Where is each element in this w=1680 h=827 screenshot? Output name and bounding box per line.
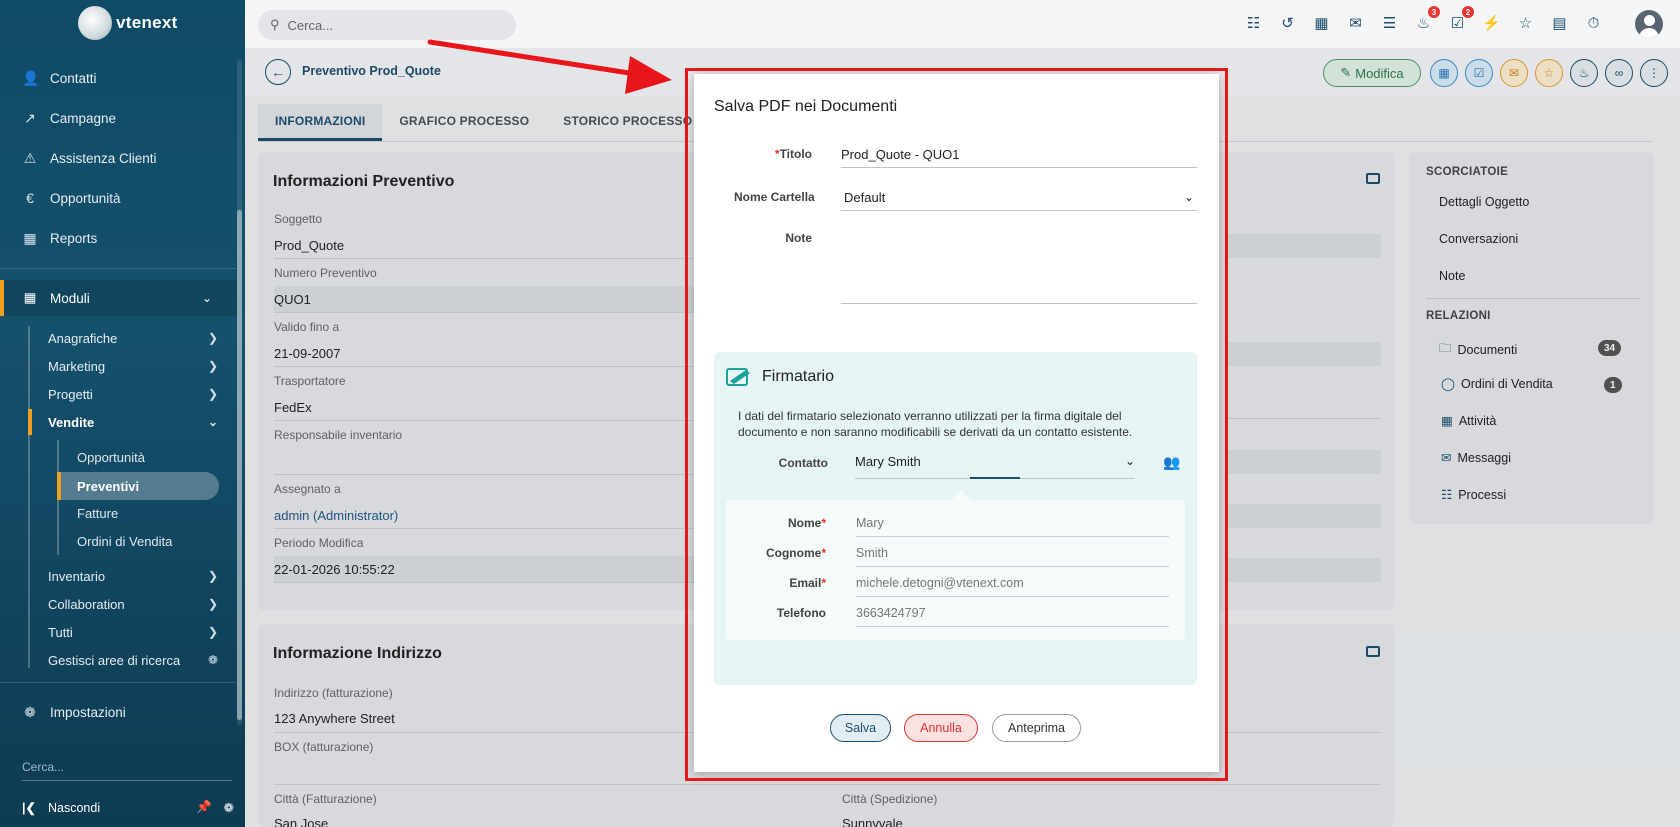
checklist-icon[interactable]: ☑ 2: [1447, 6, 1474, 34]
chevron-down-icon: ⌄: [207, 415, 218, 429]
sidebar-item-marketing[interactable]: Marketing ❯: [48, 353, 218, 379]
grid-icon: ▦: [23, 290, 37, 305]
gear-icon: ❁: [207, 653, 218, 667]
sidebar-item-moduli[interactable]: ▦ Moduli ⌄: [0, 280, 238, 316]
calendar-icon[interactable]: ▦: [1311, 12, 1332, 34]
star-icon[interactable]: ☆: [1515, 12, 1536, 34]
search-icon: ⚲: [270, 17, 280, 32]
chevron-right-icon: ❯: [207, 331, 218, 345]
app-name: vtenext: [116, 13, 178, 32]
sidebar-item-contatti[interactable]: 👤 Contatti: [0, 60, 238, 96]
sidebar-scrollbar-thumb[interactable]: [237, 210, 242, 720]
sidebar-item-campagne[interactable]: ↗ Campagne: [0, 100, 238, 136]
sidebar-item-opportunita-vendite[interactable]: Opportunità: [77, 444, 145, 470]
sidebar-item-fatture[interactable]: Fatture: [77, 500, 118, 526]
pin-icon[interactable]: 📌: [196, 800, 212, 815]
sidebar-divider: [0, 682, 236, 683]
annotation-highlight-frame: [685, 68, 1228, 781]
sidebar-item-collaboration[interactable]: Collaboration ❯: [48, 591, 218, 617]
bolt-icon[interactable]: ⚡: [1481, 12, 1502, 34]
sidebar-divider: [0, 268, 236, 269]
annotation-arrow: [427, 39, 672, 94]
gear-icon: ❁: [24, 703, 36, 720]
sidebar-item-vendite[interactable]: Vendite ⌄: [48, 409, 218, 435]
sidebar-item-inventario[interactable]: Inventario ❯: [48, 563, 218, 589]
user-avatar[interactable]: [1635, 10, 1663, 38]
euro-icon: €: [26, 190, 34, 206]
history-icon[interactable]: ↺: [1277, 12, 1298, 34]
sidebar-item-gestisci-aree[interactable]: Gestisci aree di ricerca ❁: [48, 647, 218, 673]
chevron-right-icon: ❯: [207, 597, 218, 611]
sidebar-item-opportunita[interactable]: € Opportunità: [0, 180, 238, 216]
collapse-icon[interactable]: |❮: [22, 800, 36, 815]
trend-icon: ↗: [24, 109, 36, 126]
chat-icon[interactable]: ☰: [1379, 12, 1400, 34]
sidebar-item-impostazioni[interactable]: ❁ Impostazioni: [0, 694, 238, 730]
person-icon: 👤: [22, 69, 40, 86]
sidebar: vtenext 👤 Contatti ↗ Campagne ⚠ Assisten…: [0, 0, 245, 827]
chevron-right-icon: ❯: [207, 625, 218, 639]
topbar-icons: ☷ ↺ ▦ ✉ ☰ ♨ 3 ☑ 2 ⚡ ☆ ▤ ⏱: [1243, 6, 1604, 34]
timer-icon[interactable]: ⏱: [1583, 12, 1604, 34]
sidebar-item-tutti[interactable]: Tutti ❯: [48, 619, 218, 645]
sidebar-search-input[interactable]: Cerca...: [22, 760, 232, 781]
table-icon: ▦: [23, 229, 37, 246]
sidebar-item-progetti[interactable]: Progetti ❯: [48, 381, 218, 407]
sidebar-footer: |❮ Nascondi 📌 ❁: [22, 800, 234, 815]
chevron-right-icon: ❯: [207, 359, 218, 373]
logo-icon: [78, 6, 112, 40]
sidebar-item-anagrafiche[interactable]: Anagrafiche ❯: [48, 325, 218, 351]
chevron-right-icon: ❯: [207, 569, 218, 583]
sidebar-item-preventivi[interactable]: Preventivi: [77, 473, 139, 499]
app-logo[interactable]: vtenext: [78, 6, 178, 40]
chevron-down-icon: ⌄: [201, 291, 212, 305]
processes-icon[interactable]: ☷: [1243, 12, 1264, 34]
active-indicator: [28, 409, 32, 435]
warning-icon: ⚠: [23, 149, 37, 166]
submenu-line: [28, 326, 30, 668]
sidebar-item-ordini-vendita[interactable]: Ordini di Vendita: [77, 528, 172, 554]
mail-icon[interactable]: ✉: [1345, 12, 1366, 34]
task-badge: 2: [1462, 6, 1474, 18]
sidebar-item-assistenza[interactable]: ⚠ Assistenza Clienti: [0, 140, 238, 176]
document-icon[interactable]: ▤: [1549, 12, 1570, 34]
hide-sidebar-button[interactable]: Nascondi: [48, 801, 100, 815]
gear-icon[interactable]: ❁: [224, 800, 234, 815]
sidebar-item-reports[interactable]: ▦ Reports: [0, 220, 238, 256]
notification-badge: 3: [1428, 6, 1440, 18]
chevron-right-icon: ❯: [207, 387, 218, 401]
bell-icon[interactable]: ♨ 3: [1413, 6, 1440, 34]
